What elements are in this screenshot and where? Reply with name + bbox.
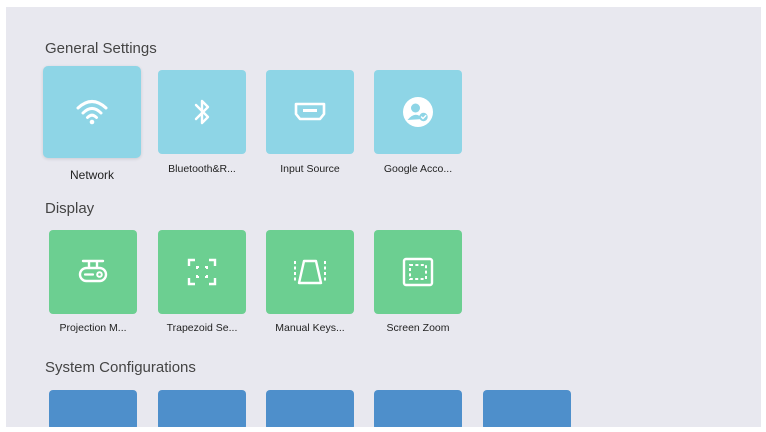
system-tile[interactable]	[374, 390, 462, 427]
screen-zoom-tile[interactable]	[374, 230, 462, 314]
section-title-system: System Configurations	[45, 359, 196, 376]
account-icon	[403, 97, 433, 127]
keystone-icon	[294, 259, 326, 285]
system-tile[interactable]	[158, 390, 246, 427]
trapezoid-focus-icon	[187, 258, 217, 286]
system-tile[interactable]	[483, 390, 571, 427]
trapezoid-settings-label: Trapezoid Se...	[166, 322, 238, 334]
section-title-general: General Settings	[45, 40, 157, 57]
system-tile[interactable]	[266, 390, 354, 427]
input-source-label: Input Source	[280, 163, 340, 175]
projector-icon	[78, 259, 108, 283]
network-tile[interactable]	[43, 66, 141, 158]
trapezoid-settings-tile[interactable]	[158, 230, 246, 314]
section-title-display: Display	[45, 200, 95, 217]
screen-zoom-icon	[402, 257, 434, 287]
manual-keystone-tile[interactable]	[266, 230, 354, 314]
system-tile[interactable]	[49, 390, 137, 427]
wifi-icon	[76, 100, 108, 125]
settings-screen: General Settings Network Bluetooth&R... …	[6, 7, 761, 427]
network-label: Network	[69, 168, 114, 182]
input-source-tile[interactable]	[266, 70, 354, 154]
google-account-tile[interactable]	[374, 70, 462, 154]
projection-mode-label: Projection M...	[59, 322, 127, 334]
bluetooth-tile[interactable]	[158, 70, 246, 154]
bluetooth-label: Bluetooth&R...	[168, 163, 236, 175]
projection-mode-tile[interactable]	[49, 230, 137, 314]
manual-keystone-label: Manual Keys...	[275, 322, 345, 334]
screen-zoom-label: Screen Zoom	[386, 322, 450, 334]
bluetooth-icon	[194, 99, 210, 125]
google-account-label: Google Acco...	[383, 163, 453, 175]
hdmi-port-icon	[294, 102, 326, 121]
